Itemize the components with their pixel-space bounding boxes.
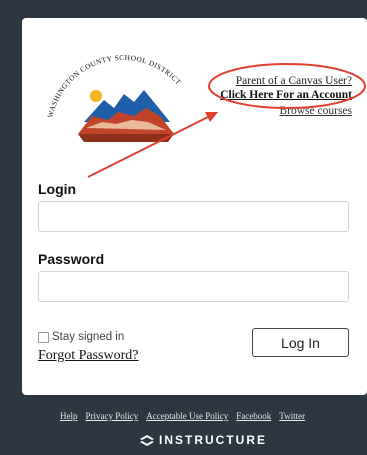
instructure-logo-icon	[140, 434, 154, 446]
login-card: WASHINGTON COUNTY SCHOOL DISTRICT Parent…	[22, 18, 367, 395]
browse-courses-link[interactable]: Browse courses	[220, 105, 353, 119]
logo-graphic: WASHINGTON COUNTY SCHOOL DISTRICT	[45, 53, 183, 142]
help-link[interactable]: Help	[60, 411, 78, 421]
login-label: Login	[38, 181, 77, 197]
footer-links: Help Privacy Policy Acceptable Use Polic…	[60, 411, 305, 421]
login-input[interactable]	[38, 201, 349, 232]
stay-signed-in[interactable]: Stay signed in	[38, 331, 124, 343]
district-logo: WASHINGTON COUNTY SCHOOL DISTRICT	[42, 42, 204, 154]
stay-signed-in-checkbox[interactable]	[38, 331, 49, 343]
create-account-link[interactable]: Click Here For an Account	[220, 89, 352, 103]
account-links: Parent of a Canvas User? Click Here For …	[220, 75, 352, 119]
stay-signed-in-label: Stay signed in	[52, 331, 125, 343]
password-input[interactable]	[38, 271, 349, 302]
parent-canvas-link[interactable]: Parent of a Canvas User?	[220, 75, 352, 89]
twitter-link[interactable]: Twitter	[279, 411, 305, 421]
facebook-link[interactable]: Facebook	[236, 411, 271, 421]
instructure-wordmark: INSTRUCTURE	[159, 433, 267, 447]
forgot-password-link[interactable]: Forgot Password?	[38, 348, 138, 364]
privacy-policy-link[interactable]: Privacy Policy	[86, 411, 139, 421]
password-label: Password	[38, 251, 105, 267]
acceptable-use-policy-link[interactable]: Acceptable Use Policy	[146, 411, 228, 421]
instructure-brand: INSTRUCTURE	[140, 433, 267, 447]
login-button[interactable]: Log In	[252, 328, 349, 357]
